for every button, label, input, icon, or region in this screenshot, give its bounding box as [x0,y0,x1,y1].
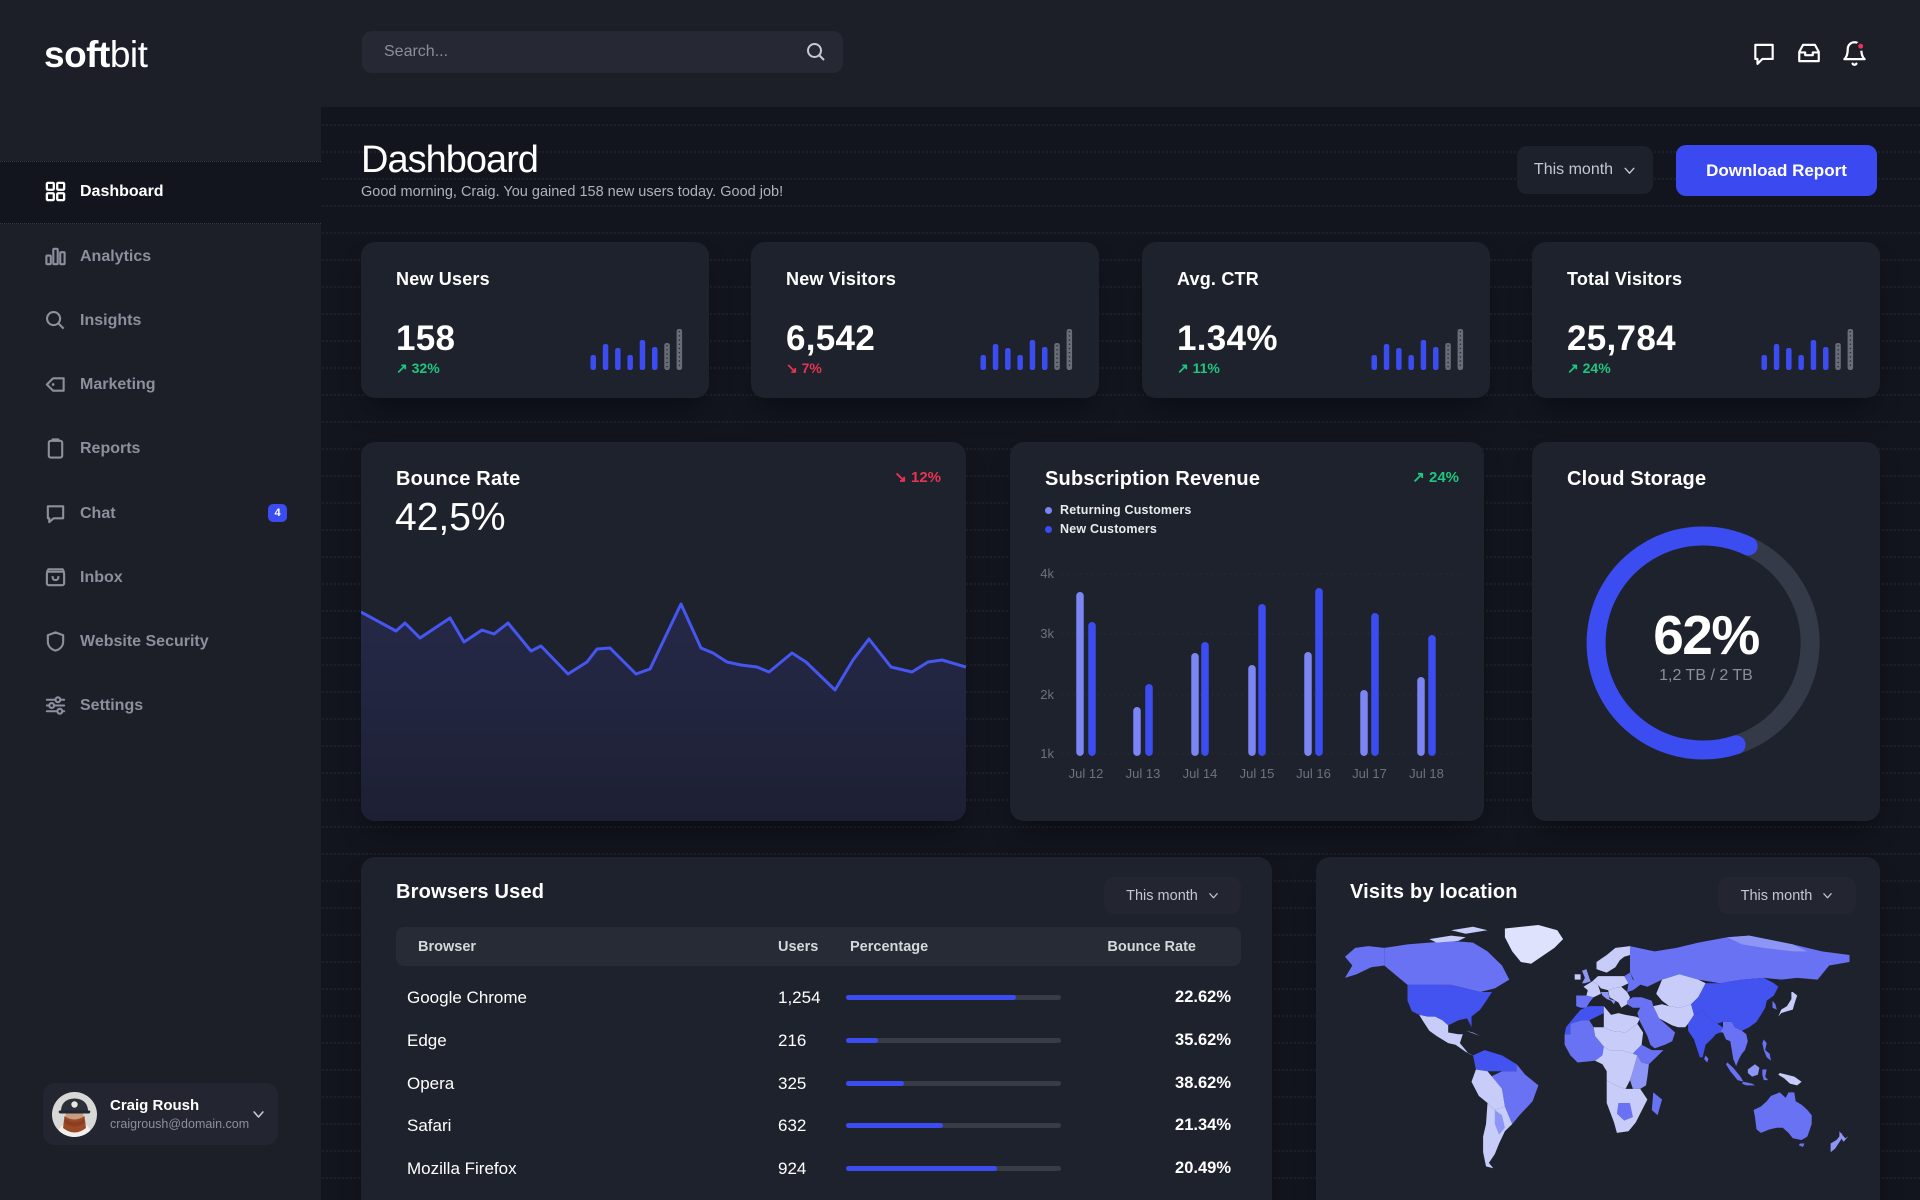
svg-text:Jul 12: Jul 12 [1069,766,1104,781]
svg-text:3k: 3k [1040,626,1054,641]
svg-text:Jul 17: Jul 17 [1352,766,1387,781]
svg-text:Jul 16: Jul 16 [1296,766,1331,781]
svg-text:Jul 18: Jul 18 [1409,766,1444,781]
svg-text:Jul 14: Jul 14 [1183,766,1218,781]
svg-text:Jul 13: Jul 13 [1126,766,1161,781]
svg-text:1k: 1k [1040,746,1054,761]
svg-text:Jul 15: Jul 15 [1240,766,1275,781]
svg-text:2k: 2k [1040,687,1054,702]
svg-text:4k: 4k [1040,566,1054,581]
